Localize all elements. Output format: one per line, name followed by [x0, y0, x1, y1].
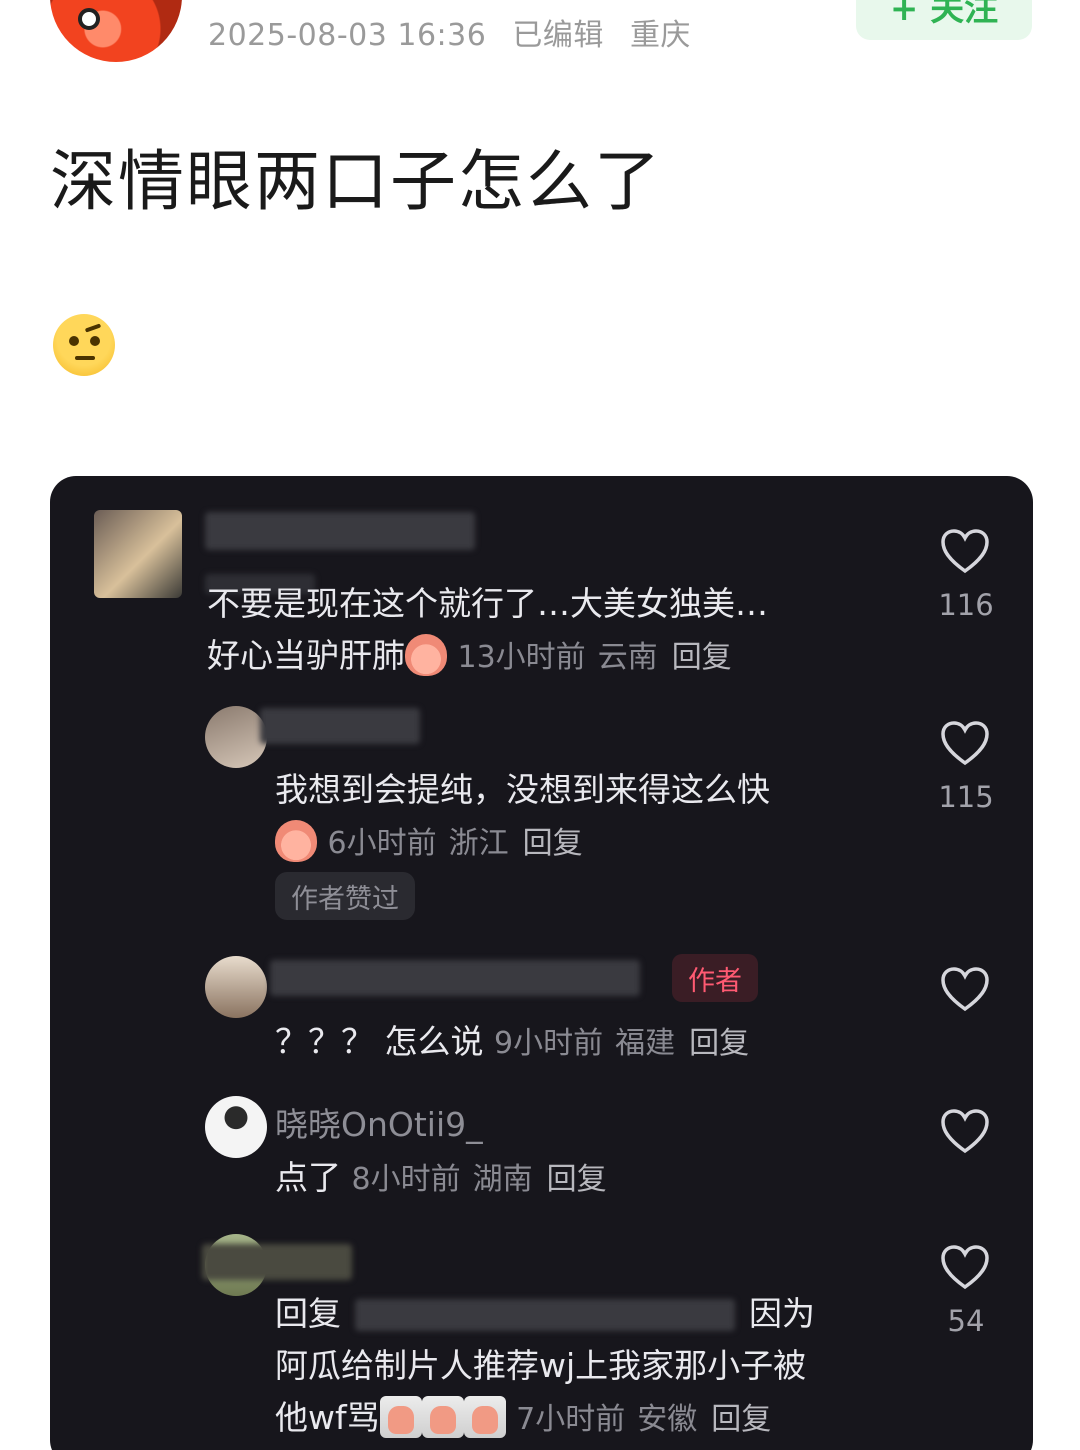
- reply-button[interactable]: 回复: [711, 1402, 771, 1437]
- blurred-mention: [355, 1299, 735, 1331]
- author-badge: 作者: [672, 954, 758, 1002]
- comment-avatar[interactable]: [205, 1096, 267, 1158]
- author-liked-badge: 作者赞过: [275, 872, 415, 920]
- raised-eyebrow-emoji-icon: [53, 314, 115, 376]
- blurred-username: [270, 960, 640, 996]
- heart-icon[interactable]: [940, 720, 990, 766]
- grumpy-face-sticker-icon: [421, 1395, 464, 1438]
- comment-avatar[interactable]: [94, 510, 182, 598]
- heart-icon[interactable]: [940, 1244, 990, 1290]
- comment-text: 点了 8小时前 湖南 回复: [275, 1158, 607, 1197]
- heart-icon[interactable]: [940, 528, 990, 574]
- reply-button[interactable]: 回复: [547, 1162, 607, 1197]
- comment-meta: 6小时前 浙江 回复: [327, 826, 583, 861]
- like-count: 54: [947, 1304, 985, 1338]
- heart-icon[interactable]: [940, 1108, 990, 1154]
- grumpy-face-sticker-icon: [463, 1395, 506, 1438]
- post-edited-label: 已编辑: [512, 18, 604, 53]
- author-avatar[interactable]: [50, 0, 182, 62]
- pink-blush-sticker-icon: [405, 633, 447, 676]
- blurred-username: [260, 708, 420, 744]
- comment-text: 我想到会提纯，没想到来得这么快 6小时前 浙江 回复: [275, 770, 770, 862]
- crying-pink-sticker-icon: [275, 819, 317, 862]
- comment-meta: 13小时前 云南 回复: [457, 640, 732, 675]
- reply-button[interactable]: 回复: [672, 640, 732, 675]
- post-meta: 2025-08-03 16:36 已编辑 重庆: [208, 10, 707, 54]
- comment-avatar[interactable]: [205, 956, 267, 1018]
- comment-meta: 8小时前 湖南 回复: [351, 1162, 607, 1197]
- follow-button[interactable]: + 关注: [856, 0, 1032, 40]
- heart-icon[interactable]: [940, 966, 990, 1012]
- reply-button[interactable]: 回复: [689, 1026, 749, 1061]
- avatar-eye-shape: [78, 8, 100, 30]
- comment-username[interactable]: 晓晓OnOtii9_: [275, 1098, 483, 1146]
- post-location: 重庆: [629, 18, 691, 53]
- like-count: 116: [938, 588, 994, 622]
- post-title: 深情眼两口子怎么了: [50, 143, 662, 220]
- blurred-username: [202, 1244, 352, 1280]
- grumpy-face-sticker-icon: [379, 1395, 422, 1438]
- post-timestamp: 2025-08-03 16:36: [208, 18, 487, 53]
- comment-avatar[interactable]: [205, 706, 267, 768]
- comment-text: ？？？ 怎么说 9小时前 福建 回复: [275, 1022, 750, 1061]
- reply-button[interactable]: 回复: [523, 826, 583, 861]
- comment-meta: 9小时前 福建 回复: [494, 1026, 750, 1061]
- comments-screenshot: 不要是现在这个就行了…大美女独美… 好心当驴肝肺 13小时前 云南 回复 116 我…: [50, 476, 1033, 1450]
- comment-text: 回复 因为 阿瓜给制片人推荐wj上我家那小子被 他wf骂 7小时前 安徽 回复: [275, 1294, 815, 1438]
- comment-meta: 7小时前 安徽 回复: [516, 1402, 772, 1437]
- comment-text: 不要是现在这个就行了…大美女独美… 好心当驴肝肺 13小时前 云南 回复: [207, 584, 768, 676]
- like-count: 115: [938, 780, 994, 814]
- blurred-username: [205, 512, 475, 550]
